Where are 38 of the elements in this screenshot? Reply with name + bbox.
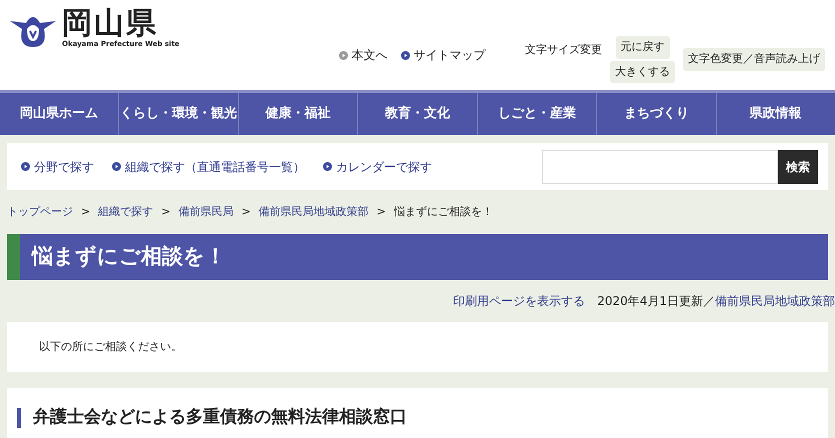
department-link[interactable]: 備前県民局地域政策部 xyxy=(715,292,835,310)
search-button[interactable]: 検索 xyxy=(778,150,818,184)
skip-link[interactable]: 本文へ xyxy=(339,46,388,64)
nav-tab[interactable]: しごと・産業 xyxy=(476,93,596,135)
breadcrumb-separator: > xyxy=(241,204,251,220)
accessibility-button[interactable]: 文字色変更／音声読み上げ xyxy=(683,48,825,70)
nav-tab[interactable]: 岡山県ホーム xyxy=(0,93,118,135)
print-page-link[interactable]: 印刷用ページを表示する xyxy=(453,292,586,310)
search-category-link[interactable]: 分野で探す xyxy=(21,158,94,176)
site-logo-title[interactable]: 岡山県 xyxy=(62,8,180,40)
nav-tab[interactable]: 健康・福祉 xyxy=(238,93,358,135)
updated-date: 2020年4月1日更新／ xyxy=(597,293,715,310)
breadcrumb-link[interactable]: 備前県民局 xyxy=(178,204,234,220)
breadcrumb-separator: > xyxy=(81,204,90,220)
bullet-icon xyxy=(323,162,332,171)
section-heading: 弁護士会などによる多重債務の無料法律相談窓口 xyxy=(33,406,407,430)
heading-accent-bar xyxy=(17,408,21,428)
font-size-label: 文字サイズ変更 xyxy=(525,42,602,58)
nav-tab[interactable]: くらし・環境・観光 xyxy=(118,93,238,135)
nav-tab[interactable]: まちづくり xyxy=(596,93,716,135)
bullet-icon xyxy=(112,162,121,171)
nav-tab[interactable]: 教育・文化 xyxy=(357,93,477,135)
page-title: 悩まずにご相談を！ xyxy=(32,243,226,270)
breadcrumb-separator: > xyxy=(161,204,170,220)
breadcrumb-separator: > xyxy=(376,204,386,220)
search-category-link[interactable]: 組織で探す（直通電話番号一覧） xyxy=(112,158,305,176)
breadcrumb-link[interactable]: 備前県民局地域政策部 xyxy=(258,204,369,220)
font-size-button[interactable]: 大きくする xyxy=(610,60,675,83)
intro-text: 以下の所にご相談ください。 xyxy=(39,338,182,355)
font-size-button[interactable]: 元に戻す xyxy=(616,36,670,58)
nav-tab[interactable]: 県政情報 xyxy=(716,93,835,135)
bullet-icon xyxy=(21,162,30,171)
breadcrumb-link[interactable]: 組織で探す xyxy=(98,204,154,220)
search-field[interactable] xyxy=(542,150,778,184)
search-category-link[interactable]: カレンダーで探す xyxy=(323,158,432,176)
skip-link[interactable]: サイトマップ xyxy=(401,46,486,64)
breadcrumb-link[interactable]: トップページ xyxy=(7,204,73,220)
breadcrumb-current: 悩まずにご相談を！ xyxy=(394,204,493,220)
